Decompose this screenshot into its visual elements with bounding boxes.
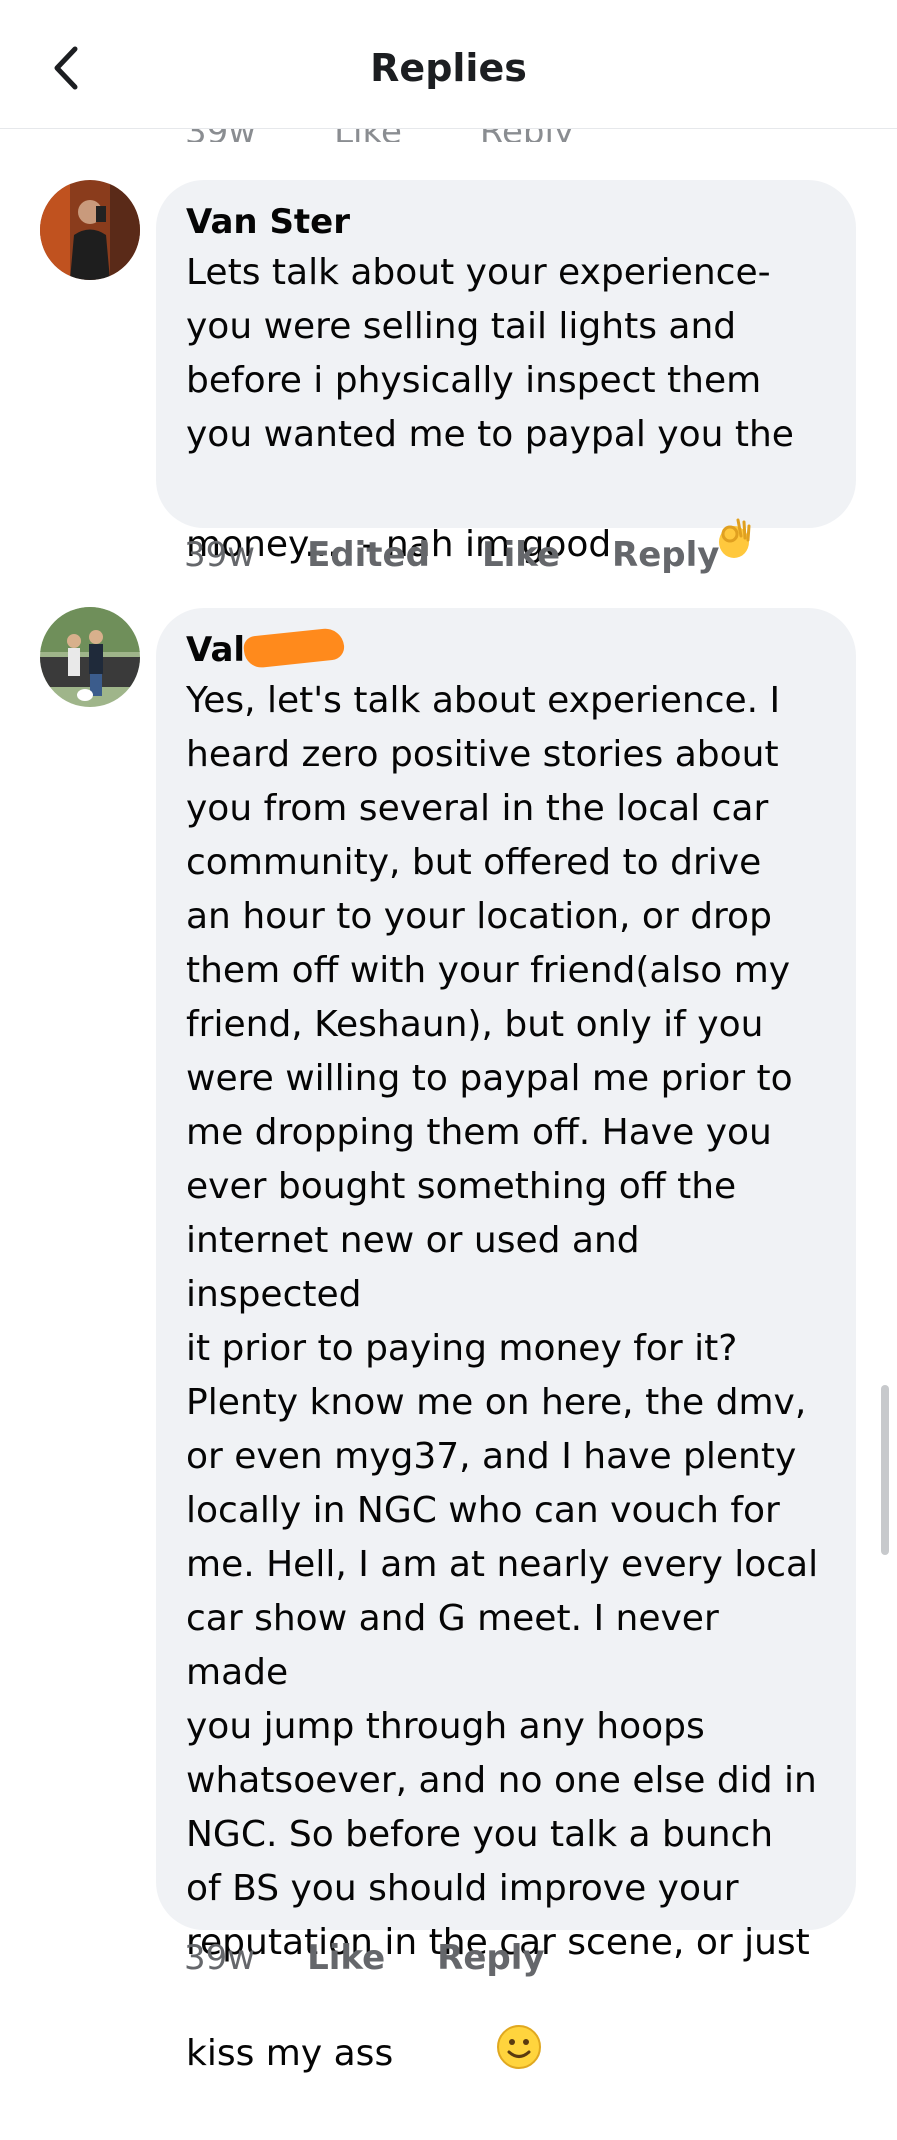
avatar[interactable]	[40, 180, 140, 280]
smiley-emoji	[405, 1970, 543, 2140]
like-button[interactable]: Like	[482, 535, 560, 575]
comment-actions: 39w Like Reply	[184, 1938, 545, 1978]
scrollbar[interactable]	[881, 1385, 889, 1555]
comment-bubble: Val Yes, let's talk about experience. I …	[156, 608, 856, 2074]
reply-button[interactable]: Reply	[612, 535, 719, 575]
page-title: Replies	[370, 46, 527, 90]
like-button[interactable]: Like	[307, 1938, 385, 1978]
top-bar: Replies	[0, 0, 897, 129]
comment-time: 39w	[184, 1938, 256, 1978]
comment-bubble: Van Ster Lets talk about your experience…	[156, 180, 856, 565]
comment-author[interactable]: Val	[186, 626, 346, 674]
comment-text: Yes, let's talk about experience. I hear…	[186, 680, 819, 2074]
edited-label[interactable]: Edited	[307, 535, 430, 575]
comment-author-name: Val	[186, 630, 246, 670]
comment-actions: 39w Edited Like Reply	[184, 535, 719, 575]
reply-button[interactable]: Reply	[437, 1938, 544, 1978]
redaction-scribble	[242, 626, 346, 670]
avatar[interactable]	[40, 607, 140, 707]
comment-author[interactable]: Van Ster	[186, 198, 350, 246]
comment-time: 39w	[184, 535, 256, 575]
